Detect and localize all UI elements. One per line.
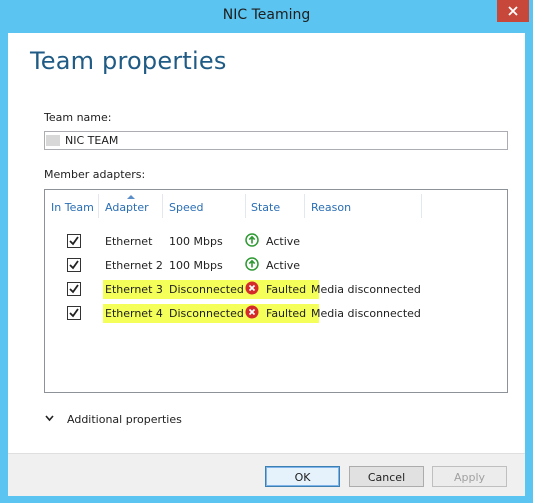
- red-x-icon: [245, 305, 259, 319]
- speed-cell: 100 Mbps: [169, 259, 223, 272]
- state-cell: Active: [266, 235, 301, 248]
- redacted-mark: [46, 135, 60, 146]
- table-row[interactable]: Ethernet 2 100 Mbps Active: [45, 256, 507, 276]
- column-divider[interactable]: [98, 194, 99, 218]
- team-name-value: NIC TEAM: [65, 134, 119, 147]
- cancel-button[interactable]: Cancel: [349, 466, 424, 487]
- button-bar: OK Cancel Apply: [8, 453, 525, 496]
- checkmark-icon: [69, 236, 79, 246]
- adapter-cell: Ethernet 3: [105, 283, 163, 296]
- member-adapters-label: Member adapters:: [44, 168, 146, 181]
- checkmark-icon: [69, 308, 79, 318]
- column-divider[interactable]: [304, 194, 305, 218]
- table-row[interactable]: Ethernet 3 Disconnected Faulted Media di…: [45, 280, 507, 300]
- additional-properties-label: Additional properties: [67, 413, 182, 426]
- column-divider[interactable]: [421, 194, 422, 218]
- column-in-team[interactable]: In Team: [51, 201, 94, 214]
- in-team-checkbox[interactable]: [67, 258, 81, 272]
- speed-cell: Disconnected: [169, 307, 244, 320]
- speed-cell: 100 Mbps: [169, 235, 223, 248]
- chevron-down-icon: [45, 415, 54, 422]
- close-icon: [508, 6, 518, 16]
- adapter-cell: Ethernet 2: [105, 259, 163, 272]
- team-name-label: Team name:: [44, 111, 112, 124]
- sort-ascending-icon: [127, 195, 135, 199]
- column-speed[interactable]: Speed: [169, 201, 203, 214]
- member-adapters-table[interactable]: In Team Adapter Speed State Reason Ether…: [44, 189, 508, 393]
- nic-teaming-window: NIC Teaming Team properties Team name: N…: [0, 0, 533, 503]
- column-divider[interactable]: [245, 194, 246, 218]
- reason-cell: Media disconnected: [311, 283, 421, 296]
- apply-button[interactable]: Apply: [432, 466, 507, 487]
- speed-cell: Disconnected: [169, 283, 244, 296]
- checkmark-icon: [69, 284, 79, 294]
- window-title: NIC Teaming: [222, 7, 311, 23]
- in-team-checkbox[interactable]: [67, 306, 81, 320]
- state-cell: Active: [266, 259, 301, 272]
- reason-cell: Media disconnected: [311, 307, 421, 320]
- table-row[interactable]: Ethernet 100 Mbps Active: [45, 232, 507, 252]
- table-header: In Team Adapter Speed State Reason: [45, 190, 507, 220]
- dialog-body: Team properties Team name: NIC TEAM Memb…: [8, 33, 525, 496]
- green-up-arrow-icon: [245, 257, 259, 271]
- state-cell: Faulted: [266, 283, 307, 296]
- table-row[interactable]: Ethernet 4 Disconnected Faulted Media di…: [45, 304, 507, 324]
- column-reason[interactable]: Reason: [311, 201, 351, 214]
- team-name-input[interactable]: NIC TEAM: [44, 131, 508, 150]
- close-button[interactable]: [497, 0, 529, 22]
- checkmark-icon: [69, 260, 79, 270]
- green-up-arrow-icon: [245, 233, 259, 247]
- in-team-checkbox[interactable]: [67, 234, 81, 248]
- red-x-icon: [245, 281, 259, 295]
- column-divider[interactable]: [162, 194, 163, 218]
- column-state[interactable]: State: [251, 201, 280, 214]
- ok-button[interactable]: OK: [265, 466, 340, 487]
- adapter-cell: Ethernet: [105, 235, 153, 248]
- adapter-cell: Ethernet 4: [105, 307, 163, 320]
- in-team-checkbox[interactable]: [67, 282, 81, 296]
- title-bar[interactable]: NIC Teaming: [0, 0, 533, 33]
- column-adapter[interactable]: Adapter: [105, 201, 149, 214]
- state-cell: Faulted: [266, 307, 307, 320]
- page-title: Team properties: [30, 47, 227, 75]
